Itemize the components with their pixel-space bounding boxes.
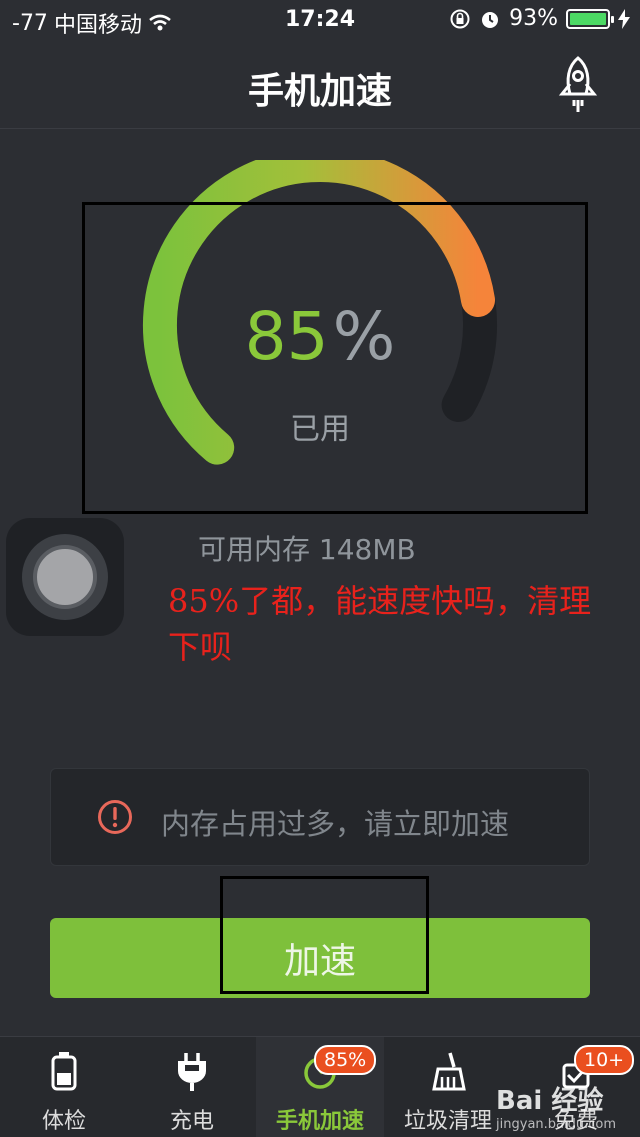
watermark-brand: Bai 经验: [496, 1086, 604, 1116]
battery-percent: 93%: [509, 6, 558, 31]
assistive-touch-button[interactable]: [6, 518, 124, 636]
nav-bar: 手机加速: [0, 40, 640, 129]
battery-check-icon: [51, 1052, 77, 1091]
tab-badge-count: 10+: [574, 1045, 635, 1075]
alert-circle-icon: [98, 800, 132, 834]
tab-checkup[interactable]: 体检: [0, 1037, 128, 1137]
available-memory-label: 可用内存 148MB: [198, 533, 416, 566]
rocket-icon[interactable]: [556, 54, 600, 118]
tab-charging[interactable]: 充电: [128, 1037, 256, 1137]
warning-text: 内存占用过多，请立即加速: [161, 807, 510, 841]
charging-bolt-icon: [618, 8, 630, 29]
watermark-url: jingyan.baidu.com: [496, 1117, 616, 1132]
plug-icon: [178, 1053, 206, 1091]
page-title: 手机加速: [247, 71, 392, 112]
annotation-box-button: [220, 876, 429, 994]
alarm-icon: [482, 11, 499, 28]
tab-label: 充电: [169, 1109, 214, 1134]
rotation-lock-icon: [450, 9, 470, 28]
watermark-logo: Bai 经验 jingyan.baidu.com: [496, 1080, 616, 1132]
tab-label: 手机加速: [275, 1109, 364, 1134]
tab-label: 体检: [41, 1109, 86, 1134]
broom-icon: [432, 1052, 466, 1091]
tab-label: 垃圾清理: [403, 1109, 492, 1134]
annotation-text: 85%了都，能速度快吗，清理下呗: [168, 582, 592, 666]
tab-junk-clean[interactable]: 垃圾清理: [384, 1037, 512, 1137]
memory-warning-card: 内存占用过多，请立即加速: [50, 768, 590, 866]
status-bar: -77 中国移动 17:24 93%: [0, 0, 640, 40]
tab-phone-boost[interactable]: 85% 手机加速: [256, 1037, 384, 1137]
battery-icon: [566, 8, 614, 29]
annotation-box-gauge: [82, 202, 588, 514]
tab-badge-percent: 85%: [314, 1045, 377, 1075]
